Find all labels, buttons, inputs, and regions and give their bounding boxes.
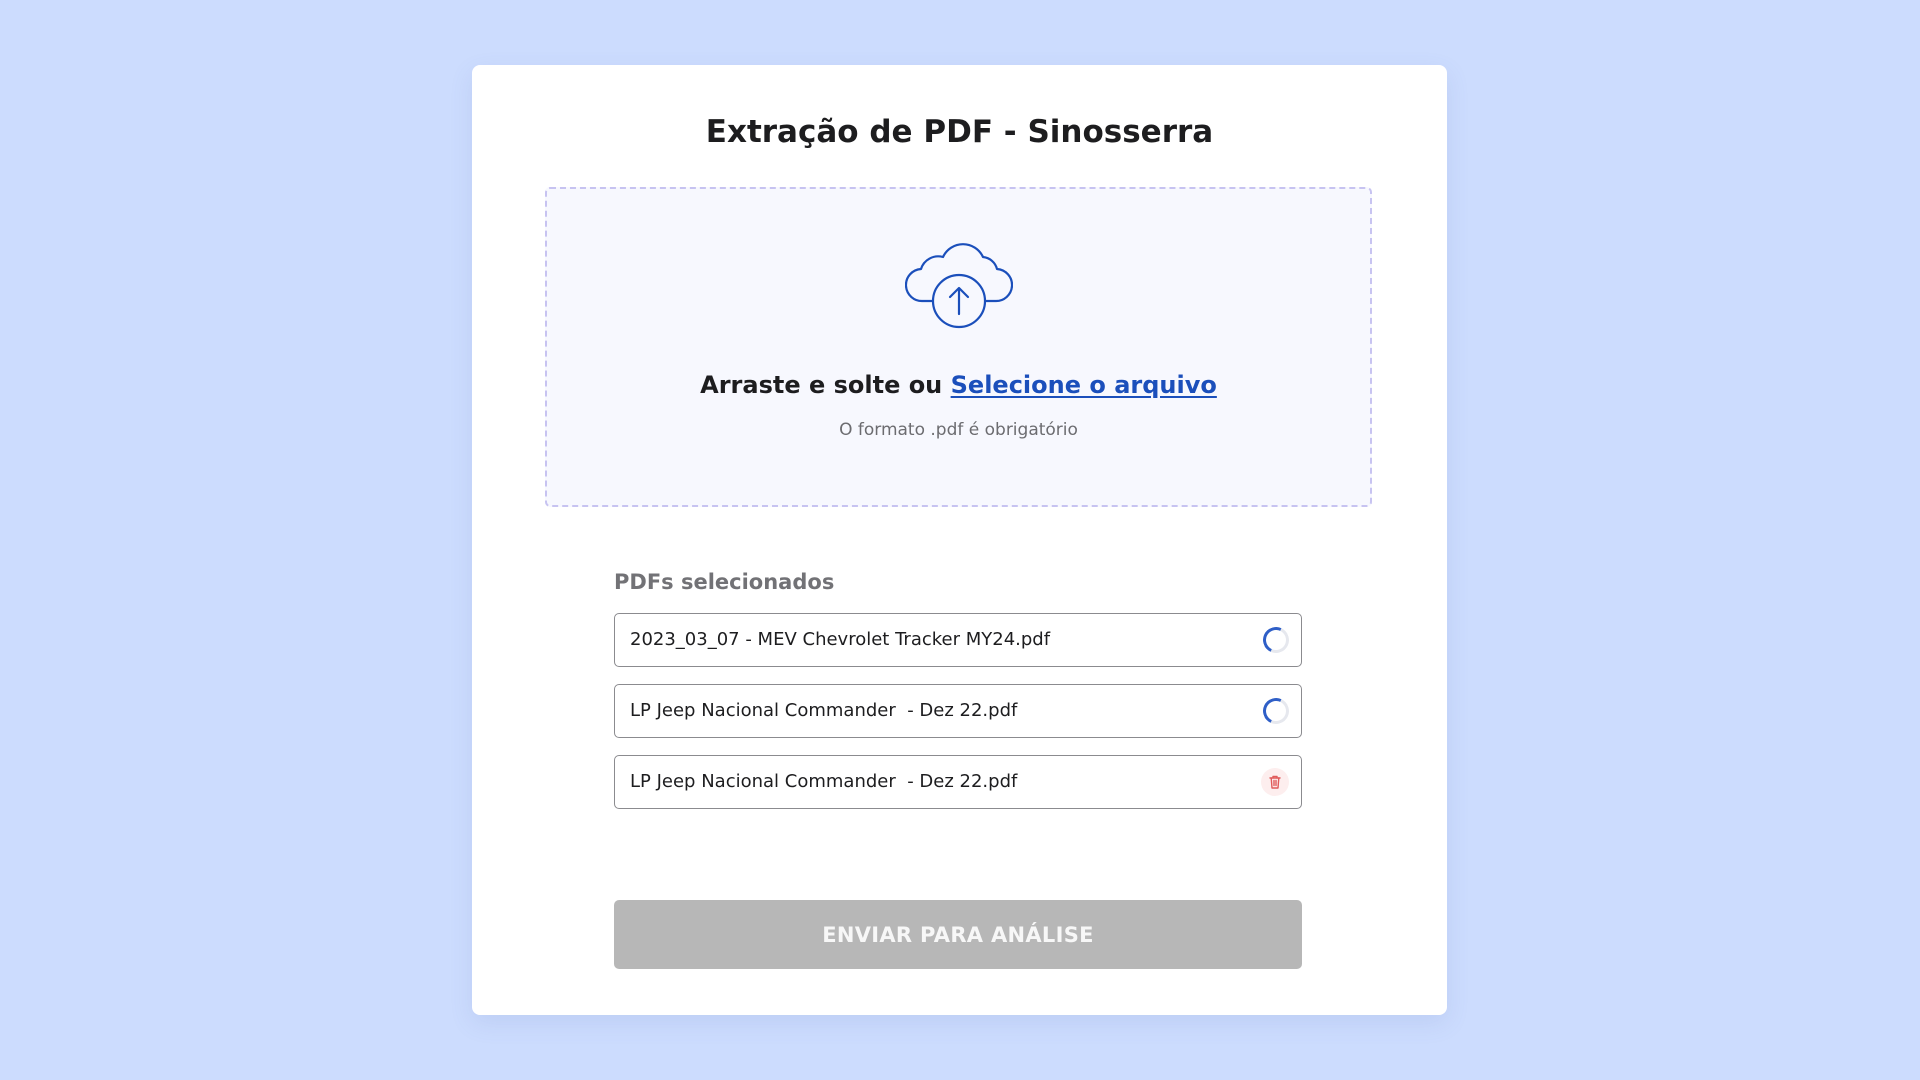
file-list-item: LP Jeep Nacional Commander - Dez 22.pdf (614, 684, 1302, 738)
dropzone-prompt: Arraste e solte ou Selecione o arquivo (547, 368, 1370, 402)
format-hint: O formato .pdf é obrigatório (839, 420, 1078, 440)
dropzone-prompt-text: Arraste e solte ou (700, 371, 951, 399)
file-list-item: LP Jeep Nacional Commander - Dez 22.pdf (614, 755, 1302, 809)
upload-card: Extração de PDF - Sinosserra Arraste e s… (472, 65, 1447, 1015)
selected-files-heading: PDFs selecionados (614, 570, 835, 594)
select-file-link[interactable]: Selecione o arquivo (951, 371, 1217, 399)
loading-spinner-icon (1259, 623, 1293, 657)
file-name: 2023_03_07 - MEV Chevrolet Tracker MY24.… (630, 629, 1051, 650)
file-name: LP Jeep Nacional Commander - Dez 22.pdf (630, 700, 1018, 721)
file-list-item: 2023_03_07 - MEV Chevrolet Tracker MY24.… (614, 613, 1302, 667)
loading-spinner-icon (1259, 694, 1293, 728)
submit-analysis-button[interactable]: ENVIAR PARA ANÁLISE (614, 900, 1302, 969)
cloud-upload-icon (905, 243, 1013, 329)
trash-icon (1269, 775, 1281, 789)
delete-file-button[interactable] (1261, 768, 1289, 796)
page-title: Extração de PDF - Sinosserra (705, 114, 1214, 150)
file-name: LP Jeep Nacional Commander - Dez 22.pdf (630, 771, 1018, 792)
file-dropzone[interactable]: Arraste e solte ou Selecione o arquivo O… (545, 187, 1372, 507)
